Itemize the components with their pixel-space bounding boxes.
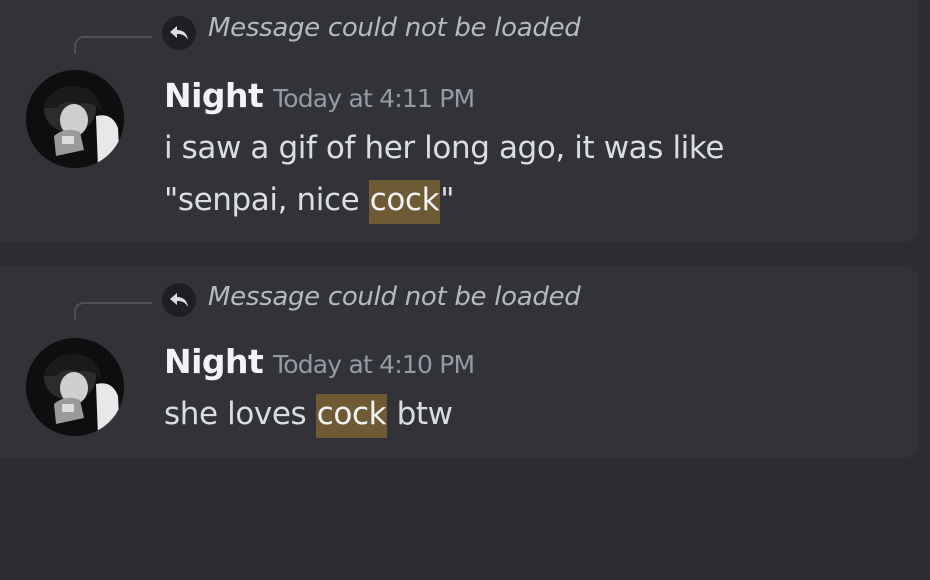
reply-preview-text[interactable]: Message could not be loaded [208,13,581,43]
message-author[interactable]: Night [164,342,264,381]
avatar[interactable] [26,338,124,436]
message-text: btw [387,396,453,432]
message-author[interactable]: Night [164,76,264,115]
message-line: she loves cock btw [164,394,453,438]
message-timestamp: Today at 4:10 PM [273,350,475,379]
message-text: "senpai, nice [164,182,369,218]
message-line: "senpai, nice cock" [164,180,455,224]
message-text: she loves [164,396,316,432]
message-text: i saw a gif of her long ago, it was like [164,130,725,166]
reply-connector [74,302,152,320]
message-text: " [440,182,455,218]
search-match-highlight: cock [315,394,388,438]
search-result-card[interactable]: Message could not be loaded Night Today … [0,266,918,458]
search-match-highlight: cock [368,180,441,224]
reply-connector [74,36,152,54]
search-results: Message could not be loaded Night Today … [0,0,930,580]
message-timestamp: Today at 4:11 PM [273,84,475,113]
reply-arrow-icon [162,283,196,317]
message-line: i saw a gif of her long ago, it was like [164,130,724,166]
avatar[interactable] [26,70,124,168]
search-result-card[interactable]: Message could not be loaded Night Today … [0,0,918,242]
reply-arrow-icon [162,16,196,50]
reply-preview-text[interactable]: Message could not be loaded [208,282,581,312]
